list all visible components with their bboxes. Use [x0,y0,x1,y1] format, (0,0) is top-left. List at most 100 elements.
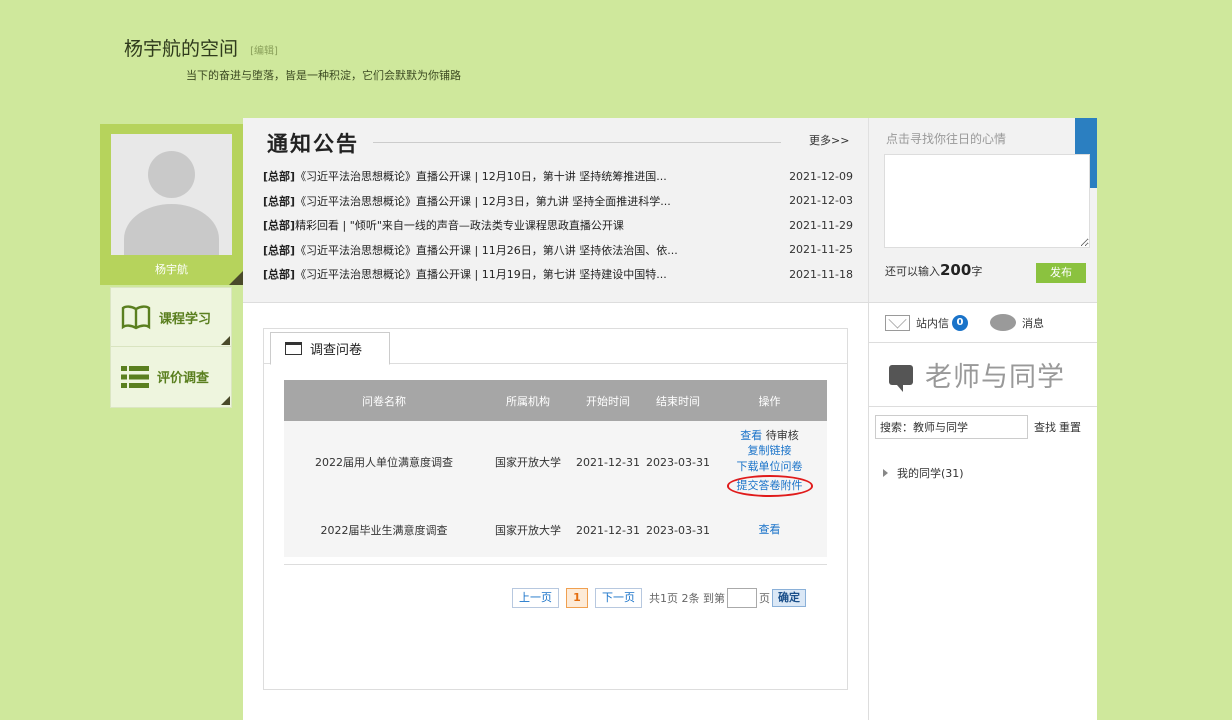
page-summary: 共1页 2条 到第 [649,592,725,605]
teachers-header: 老师与同学 [869,343,1097,407]
notice-text[interactable]: 《习近平法治思想概论》直播公开课 | 12月10日，第十讲 坚持统筹推进国... [295,168,783,184]
mood-char-count: 还可以输入200字 [885,261,983,279]
notice-text[interactable]: 精彩回看 | "倾听"来自一线的声音—政法类专业课程思政直播公开课 [295,217,783,233]
open-book-icon [121,305,151,330]
col-header-org: 所属机构 [506,394,550,408]
col-header-end: 结束时间 [656,394,700,408]
notice-item[interactable]: [总部] 《习近平法治思想概论》直播公开课 | 11月26日，第八讲 坚持依法治国… [263,238,853,263]
teachers-title: 老师与同学 [925,362,1065,393]
notice-tag: [总部] [263,170,296,184]
reset-button[interactable]: 重置 [1059,419,1081,435]
expand-triangle-icon [883,469,888,477]
status-text: 待审核 [765,428,799,442]
space-title: 杨宇航的空间 [编辑] [124,34,278,61]
notice-tag: [总部] [263,243,296,257]
survey-name: 2022届毕业生满意度调查 [320,524,448,537]
table-divider [284,564,827,565]
chat-icon [889,364,913,392]
table-row: 2022届毕业生满意度调查 国家开放大学 2021-12-31 2023-03-… [284,503,827,557]
main-panel: 通知公告 更多>> [总部] 《习近平法治思想概论》直播公开课 | 12月10日，… [243,118,1097,720]
survey-name: 2022届用人单位满意度调查 [315,456,453,469]
confirm-button[interactable]: 确定 [772,589,806,607]
notice-tag: [总部] [263,194,296,208]
window-icon [285,342,302,355]
survey-start: 2021-12-31 [576,455,640,469]
notice-text[interactable]: 《习近平法治思想概论》直播公开课 | 11月19日，第七讲 坚持建设中国特... [295,266,783,282]
notice-divider [373,142,781,143]
survey-end: 2023-03-31 [646,455,710,469]
search-input[interactable] [875,415,1028,439]
notice-item[interactable]: [总部] 《习近平法治思想概论》直播公开课 | 12月10日，第十讲 坚持统筹推进… [263,164,853,189]
nav-evaluation-survey-label: 评价调查 [157,371,210,386]
edit-link[interactable]: [编辑] [250,46,278,57]
survey-ops: 查看 待审核 复制链接 下载单位问卷 提交答卷附件 [712,428,827,497]
notice-list: [总部] 《习近平法治思想概论》直播公开课 | 12月10日，第十讲 坚持统筹推进… [263,164,853,287]
notice-tag: [总部] [263,219,296,233]
survey-start: 2021-12-31 [576,523,640,537]
tab-survey[interactable]: 调查问卷 [270,332,390,365]
jump-page-input[interactable] [727,588,757,608]
pagination: 上一页 1 下一页 共1页 2条 到第 页 确定 [512,588,806,608]
notice-date: 2021-12-09 [789,169,853,183]
publish-button[interactable]: 发布 [1036,263,1086,283]
inbox-count-badge: 0 [952,314,968,331]
messages-link[interactable]: 消息 [1022,315,1044,331]
profile-name[interactable]: 杨宇航 [100,261,243,277]
notice-tag: [总部] [263,268,296,282]
motto: 当下的奋进与堕落，皆是一种积淀，它们会默默为你铺路 [186,69,461,82]
space-title-text: 杨宇航的空间 [124,38,239,60]
side-nav: 课程学习 评价调查 [110,287,232,408]
table-header: 问卷名称 所属机构 开始时间 结束时间 操作 [284,380,827,421]
search-button[interactable]: 查找 [1034,419,1056,435]
next-page-button[interactable]: 下一页 [595,588,642,608]
current-page[interactable]: 1 [566,588,588,608]
survey-org: 国家开放大学 [495,524,561,537]
table-row: 2022届用人单位满意度调查 国家开放大学 2021-12-31 2023-03… [284,421,827,503]
page-suffix: 页 [759,592,770,605]
corner-triangle-icon [229,271,243,285]
notice-date: 2021-12-03 [789,194,853,208]
notice-date: 2021-11-25 [789,243,853,257]
prev-page-button[interactable]: 上一页 [512,588,559,608]
survey-org: 国家开放大学 [495,456,561,469]
mood-input[interactable] [884,154,1090,248]
notice-panel: 通知公告 更多>> [总部] 《习近平法治思想概论》直播公开课 | 12月10日，… [243,118,868,302]
notice-more-link[interactable]: 更多>> [809,132,849,148]
col-header-start: 开始时间 [586,394,630,408]
view-link[interactable]: 查看 [740,429,762,442]
notice-item[interactable]: [总部] 精彩回看 | "倾听"来自一线的声音—政法类专业课程思政直播公开课 202… [263,213,853,238]
message-bar: 站内信 0 消息 [869,303,1097,343]
notice-title: 通知公告 [267,131,359,156]
notice-item[interactable]: [总部] 《习近平法治思想概论》直播公开课 | 11月19日，第七讲 坚持建设中国… [263,262,853,287]
inbox-link[interactable]: 站内信 [916,315,949,331]
survey-panel: 调查问卷 问卷名称 所属机构 开始时间 结束时间 操作 2022届用人单位满意度… [263,328,848,690]
right-sidebar: 站内信 0 消息 老师与同学 查找 重置 我的同学(31) [869,303,1097,720]
survey-ops: 查看 [712,522,827,538]
chat-bubble-icon [990,314,1016,331]
envelope-icon [885,314,910,331]
search-row: 查找 重置 [869,407,1097,439]
highlight-circle: 提交答卷附件 [726,475,813,497]
survey-end: 2023-03-31 [646,523,710,537]
col-header-ops: 操作 [758,394,781,408]
nav-course-study-label: 课程学习 [159,311,212,327]
avatar[interactable] [111,134,232,255]
notice-item[interactable]: [总部] 《习近平法治思想概论》直播公开课 | 12月3日，第九讲 坚持全面推进科… [263,189,853,214]
notice-date: 2021-11-18 [789,267,853,281]
nav-evaluation-survey[interactable]: 评价调查 [111,347,231,406]
tab-bar: 调查问卷 [264,329,847,365]
download-questionnaire-link[interactable]: 下载单位问卷 [737,459,803,475]
tab-survey-label: 调查问卷 [310,343,363,358]
classmates-item[interactable]: 我的同学(31) [869,465,1097,481]
copy-link-button[interactable]: 复制链接 [748,443,792,459]
notice-text[interactable]: 《习近平法治思想概论》直播公开课 | 12月3日，第九讲 坚持全面推进科学... [295,193,783,209]
classmates-label: 我的同学(31) [897,467,964,480]
nav-course-study[interactable]: 课程学习 [111,288,231,347]
mood-hint[interactable]: 点击寻找你往日的心情 [886,130,1006,147]
mood-panel: 点击寻找你往日的心情 还可以输入200字 发布 [868,118,1097,302]
submit-attachment-link[interactable]: 提交答卷附件 [737,479,803,492]
notice-text[interactable]: 《习近平法治思想概论》直播公开课 | 11月26日，第八讲 坚持依法治国、依..… [295,242,783,258]
col-header-name: 问卷名称 [362,394,406,408]
view-link[interactable]: 查看 [759,522,781,538]
notice-date: 2021-11-29 [789,218,853,232]
